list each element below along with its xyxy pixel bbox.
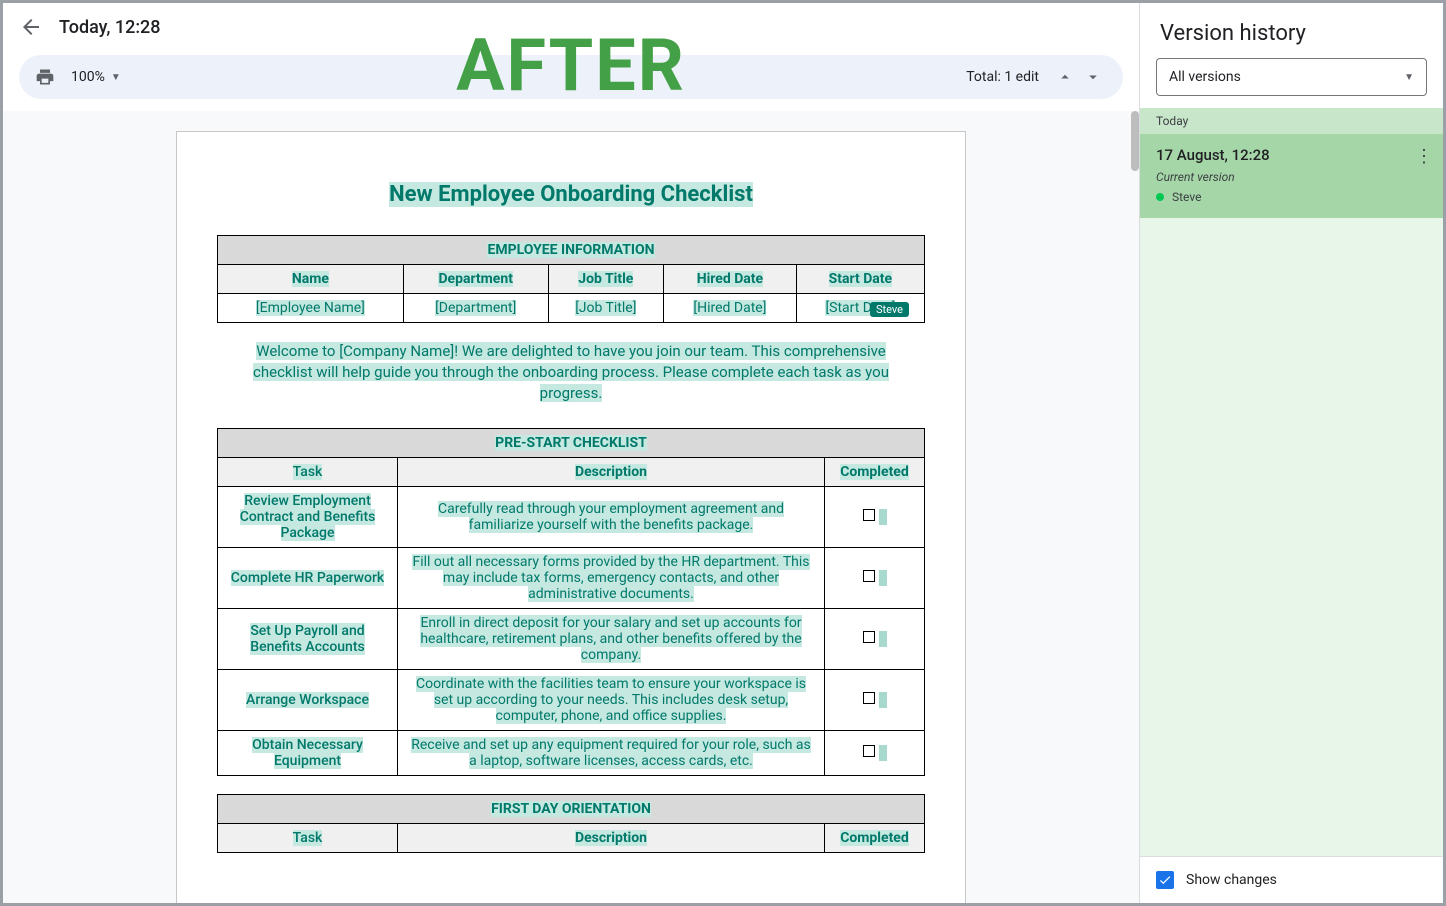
prev-edit-button[interactable] [1051,63,1079,91]
back-arrow-icon[interactable] [19,15,43,39]
zoom-dropdown[interactable]: 100% ▼ [71,69,121,85]
version-list-empty [1140,218,1443,856]
checkbox-icon [863,745,875,757]
print-icon[interactable] [35,67,55,87]
table-row: Complete HR Paperwork Fill out all neces… [218,548,925,609]
sidebar-title: Version history [1140,3,1443,58]
checkbox-icon [863,509,875,521]
table-row: Obtain Necessary Equipment Receive and s… [218,731,925,776]
edit-total-label: Total: 1 edit [966,69,1039,85]
emp-info-section: EMPLOYEE INFORMATION [487,242,654,258]
table-row: Arrange Workspace Coordinate with the fa… [218,670,925,731]
document-scroll[interactable]: Steve New Employee Onboarding Checklist … [3,111,1139,903]
show-changes-checkbox[interactable] [1156,871,1174,889]
first-day-table: FIRST DAY ORIENTATION Task Description C… [217,794,925,853]
checkbox-icon [863,692,875,704]
checkbox-icon [863,570,875,582]
version-subtitle: Current version [1156,170,1427,184]
document-title: New Employee Onboarding Checklist [217,182,925,207]
scrollbar-thumb[interactable] [1131,111,1139,171]
version-filter-dropdown[interactable]: All versions ▼ [1156,58,1427,96]
author-color-dot [1156,193,1164,201]
main-pane: Today, 12:28 AFTER 100% ▼ Total: 1 edit … [3,3,1139,903]
version-group-label: Today [1140,108,1443,134]
sidebar-footer: Show changes [1140,856,1443,903]
pre-start-table: PRE-START CHECKLIST Task Description Com… [217,428,925,776]
chevron-down-icon: ▼ [111,72,121,83]
table-row: Review Employment Contract and Benefits … [218,487,925,548]
editor-tag: Steve [870,302,909,317]
zoom-value: 100% [71,69,105,85]
version-history-sidebar: Version history All versions ▼ Today ⋮ 1… [1139,3,1443,903]
version-date: 17 August, 12:28 [1156,146,1427,164]
intro-paragraph: Welcome to [Company Name]! We are deligh… [237,341,905,404]
version-item[interactable]: ⋮ 17 August, 12:28 Current version Steve [1140,134,1443,218]
more-options-icon[interactable]: ⋮ [1415,146,1433,167]
page-title: Today, 12:28 [59,17,161,38]
version-author: Steve [1156,190,1427,204]
top-bar: Today, 12:28 [3,3,1139,51]
employee-info-table: EMPLOYEE INFORMATION Name Department Job… [217,235,925,323]
chevron-down-icon: ▼ [1404,72,1414,83]
checkbox-icon [863,631,875,643]
table-row: Set Up Payroll and Benefits Accounts Enr… [218,609,925,670]
show-changes-label: Show changes [1186,872,1277,888]
document-page: Steve New Employee Onboarding Checklist … [176,131,966,903]
version-filter-value: All versions [1169,69,1241,85]
toolbar: AFTER 100% ▼ Total: 1 edit [19,55,1123,99]
next-edit-button[interactable] [1079,63,1107,91]
